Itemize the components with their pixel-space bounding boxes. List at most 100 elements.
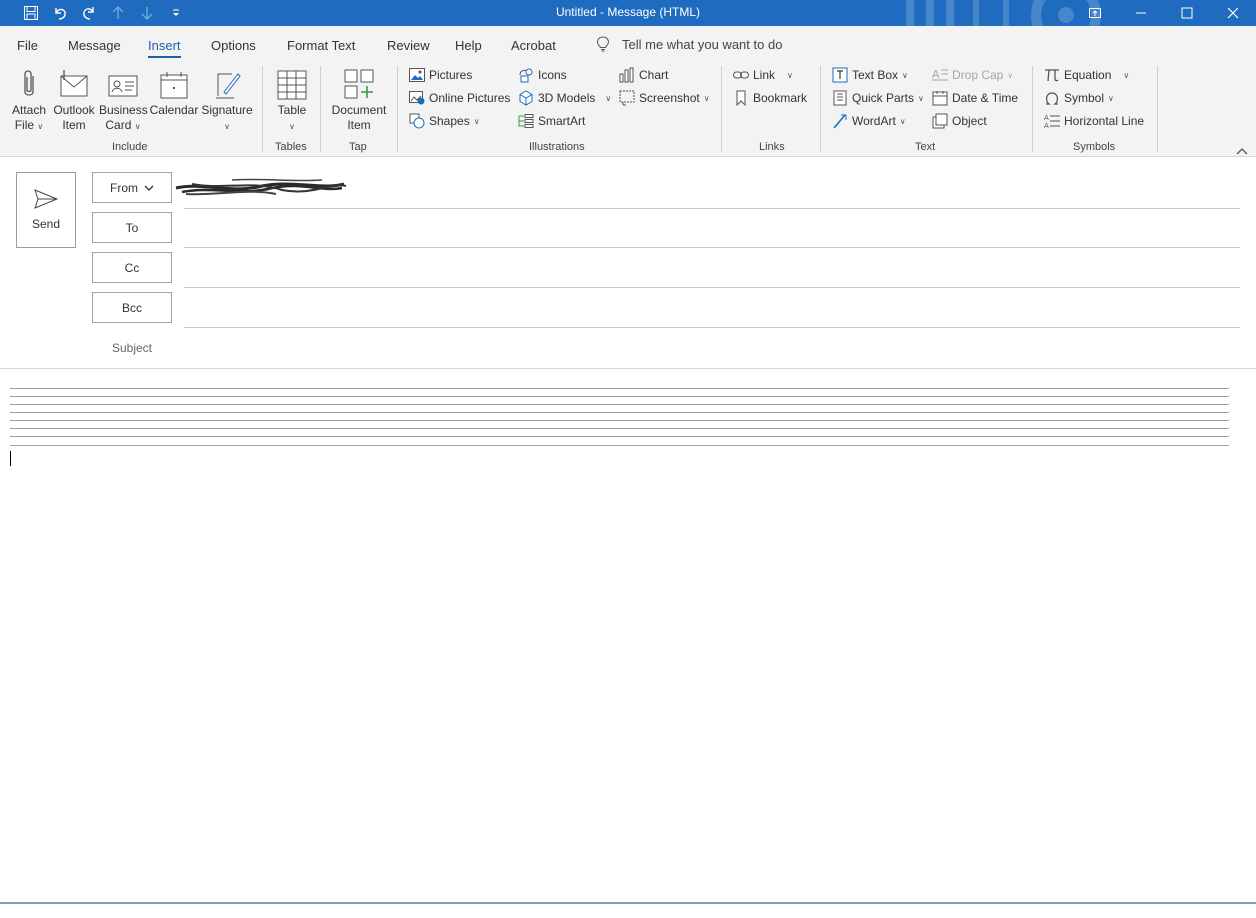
quick-parts-button[interactable]: Quick Parts ∨	[832, 89, 924, 107]
pictures-label: Pictures	[429, 68, 473, 82]
window-controls	[1072, 0, 1256, 26]
symbol-button[interactable]: Symbol ∨	[1044, 89, 1114, 107]
group-label-links: Links	[759, 141, 785, 153]
horizontal-rule	[10, 445, 1229, 446]
symbol-label: Symbol	[1064, 91, 1105, 105]
minimize-button[interactable]	[1118, 0, 1164, 26]
document-item-button[interactable]: Document Item	[329, 66, 389, 133]
close-button[interactable]	[1210, 0, 1256, 26]
group-separator	[721, 66, 722, 152]
group-separator	[1157, 66, 1158, 152]
attach-file-button[interactable]: Attach File ∨	[8, 66, 50, 134]
chart-button[interactable]: Chart	[619, 66, 668, 84]
shapes-button[interactable]: Shapes ∨	[409, 112, 480, 130]
title-bar: Untitled - Message (HTML)	[0, 0, 1256, 26]
bcc-button[interactable]: Bcc	[92, 292, 172, 323]
table-button[interactable]: Table ∨	[272, 66, 312, 134]
tab-format-text[interactable]: Format Text	[287, 38, 355, 53]
horizontal-rule	[10, 428, 1229, 429]
group-separator	[262, 66, 263, 152]
to-field-underline	[184, 247, 1240, 248]
attach-file-label-1: Attach	[11, 103, 47, 117]
tab-message[interactable]: Message	[68, 38, 121, 53]
send-button[interactable]: Send	[16, 172, 76, 248]
outlook-item-button[interactable]: Outlook Item	[52, 66, 96, 133]
tab-file[interactable]: File	[17, 38, 38, 53]
pictures-icon	[409, 68, 425, 82]
collapse-ribbon-button[interactable]	[1236, 142, 1248, 160]
maximize-button[interactable]	[1164, 0, 1210, 26]
tab-help[interactable]: Help	[455, 38, 482, 53]
paperclip-icon	[24, 70, 34, 96]
3d-models-button[interactable]: 3D Models ∨	[518, 89, 611, 107]
signature-button[interactable]: Signature ∨	[201, 66, 253, 134]
tab-options[interactable]: Options	[211, 38, 256, 53]
svg-text:A: A	[1044, 114, 1049, 122]
group-separator	[320, 66, 321, 152]
horizontal-line-button[interactable]: AA Horizontal Line	[1044, 112, 1144, 130]
outlook-item-icon	[60, 70, 88, 97]
screenshot-icon	[619, 90, 635, 106]
equation-button[interactable]: Equation ∨	[1044, 66, 1129, 84]
cc-button[interactable]: Cc	[92, 252, 172, 283]
cc-input[interactable]	[184, 252, 1240, 287]
online-pictures-button[interactable]: Online Pictures	[409, 89, 510, 107]
from-field-underline	[184, 208, 1240, 209]
bcc-field-underline	[184, 327, 1240, 328]
tell-me-search[interactable]: Tell me what you want to do	[596, 36, 782, 52]
text-box-button[interactable]: Text Box ∨	[832, 66, 908, 84]
bcc-input[interactable]	[184, 292, 1240, 327]
screenshot-button[interactable]: Screenshot ∨	[619, 89, 710, 107]
smartart-label: SmartArt	[538, 114, 586, 128]
icons-button[interactable]: Icons	[518, 66, 567, 84]
pictures-button[interactable]: Pictures	[409, 66, 472, 84]
minimize-icon	[1136, 12, 1146, 14]
ribbon-display-options-button[interactable]	[1072, 0, 1118, 26]
date-time-button[interactable]: Date & Time	[932, 89, 1018, 107]
ribbon-display-icon	[1089, 8, 1101, 18]
attach-file-label-2: File	[14, 118, 35, 132]
tab-acrobat[interactable]: Acrobat	[511, 38, 556, 53]
quick-parts-icon	[833, 90, 847, 106]
online-pictures-icon	[409, 91, 425, 105]
calendar-button[interactable]: Calendar	[149, 66, 199, 118]
text-cursor	[10, 451, 11, 466]
to-input[interactable]	[184, 212, 1240, 247]
object-label: Object	[952, 114, 987, 128]
object-button[interactable]: Object	[932, 112, 987, 130]
quick-parts-label: Quick Parts	[852, 91, 915, 105]
group-separator	[1032, 66, 1033, 152]
drop-cap-button[interactable]: A Drop Cap ∨	[932, 66, 1013, 84]
object-icon	[932, 113, 948, 129]
chevron-down-icon: ∨	[1123, 70, 1130, 80]
group-label-tap: Tap	[349, 141, 367, 153]
wordart-button[interactable]: WordArt ∨	[832, 112, 906, 130]
window-bottom-border	[0, 902, 1256, 904]
subject-input[interactable]	[184, 332, 1240, 366]
outlook-item-label-1: Outlook	[53, 103, 95, 117]
link-button[interactable]: Link ∨	[733, 66, 793, 84]
horizontal-rule	[10, 396, 1229, 397]
bookmark-icon	[736, 90, 746, 106]
to-button[interactable]: To	[92, 212, 172, 243]
table-label: Table	[277, 103, 307, 117]
wordart-label: WordArt	[852, 114, 896, 128]
drop-cap-label: Drop Cap	[952, 68, 1004, 82]
shapes-label: Shapes	[429, 114, 470, 128]
tab-review[interactable]: Review	[387, 38, 430, 53]
message-body[interactable]	[0, 369, 1256, 902]
equation-label: Equation	[1064, 68, 1112, 82]
close-icon	[1227, 7, 1239, 19]
redacted-from-address	[175, 178, 347, 196]
send-label: Send	[31, 217, 61, 231]
business-card-button[interactable]: Business Card ∨	[99, 66, 148, 134]
tab-insert[interactable]: Insert	[148, 38, 181, 58]
horizontal-rule	[10, 412, 1229, 413]
business-card-icon	[108, 75, 138, 97]
chevron-down-icon: ∨	[703, 93, 710, 103]
from-button[interactable]: From	[92, 172, 172, 203]
tell-me-text: Tell me what you want to do	[622, 36, 783, 52]
subject-label: Subject	[111, 341, 153, 355]
smartart-button[interactable]: SmartArt	[518, 112, 585, 130]
bookmark-button[interactable]: Bookmark	[733, 89, 807, 107]
